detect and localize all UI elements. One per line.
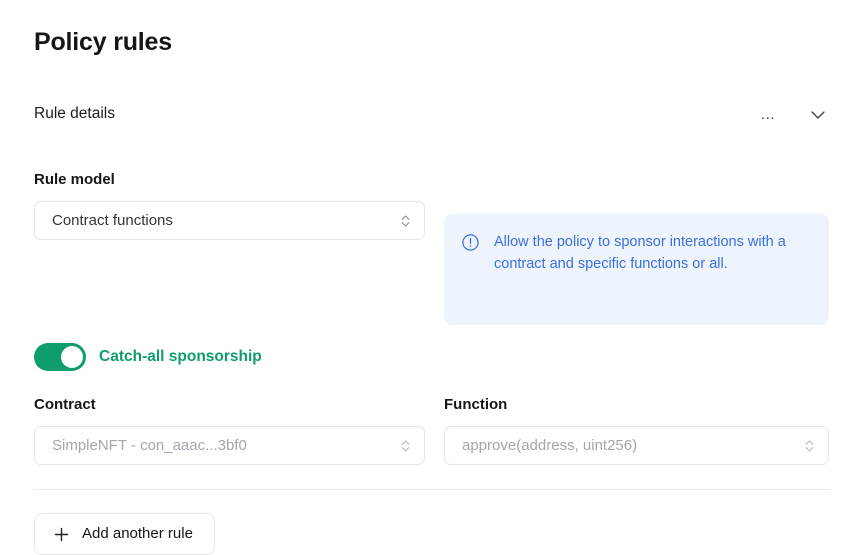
catch-all-sponsorship-toggle[interactable]	[34, 343, 86, 371]
rule-details-header: Rule details …	[34, 102, 829, 126]
add-another-rule-label: Add another rule	[82, 525, 193, 542]
select-chevron-updown-icon	[400, 438, 411, 454]
plus-icon	[54, 527, 69, 542]
section-actions: …	[757, 104, 829, 124]
section-divider	[34, 489, 829, 490]
rule-model-select-value: Contract functions	[52, 211, 173, 229]
rule-model-info-callout: Allow the policy to sponsor interactions…	[444, 214, 829, 325]
chevron-down-icon	[807, 104, 829, 124]
catch-all-sponsorship-row: Catch-all sponsorship	[34, 343, 829, 371]
toggle-knob	[61, 346, 83, 368]
policy-rules-page: Policy rules Rule details … Rule model C…	[0, 0, 863, 555]
section-title: Rule details	[34, 105, 115, 122]
rule-model-row: Rule model Contract functions Allow the …	[34, 170, 829, 325]
contract-select-value: SimpleNFT - con_aaac...3bf0	[52, 436, 247, 454]
callout-text: Allow the policy to sponsor interactions…	[494, 234, 786, 272]
contract-function-row: Contract SimpleNFT - con_aaac...3bf0 Fun…	[34, 395, 829, 465]
contract-label: Contract	[34, 396, 96, 413]
ellipsis-horizontal-icon: …	[760, 105, 776, 123]
catch-all-sponsorship-label: Catch-all sponsorship	[99, 348, 262, 365]
page-title: Policy rules	[34, 28, 172, 56]
rule-collapse-button[interactable]	[807, 104, 829, 124]
select-chevron-updown-icon	[400, 213, 411, 229]
content-container: Policy rules Rule details … Rule model C…	[34, 0, 829, 555]
function-label: Function	[444, 396, 508, 413]
rule-model-select[interactable]: Contract functions	[34, 201, 425, 240]
function-select[interactable]: approve(address, uint256)	[444, 426, 829, 465]
rule-more-options-button[interactable]: …	[757, 104, 779, 124]
rule-model-label: Rule model	[34, 171, 115, 188]
contract-field: Contract SimpleNFT - con_aaac...3bf0	[34, 395, 425, 465]
add-another-rule-button[interactable]: Add another rule	[34, 513, 215, 555]
rule-model-field: Rule model Contract functions	[34, 170, 425, 325]
select-chevron-updown-icon	[804, 438, 815, 454]
function-field: Function approve(address, uint256)	[444, 395, 829, 465]
exclamation-circle-icon	[461, 233, 480, 252]
function-select-value: approve(address, uint256)	[462, 436, 638, 454]
contract-select[interactable]: SimpleNFT - con_aaac...3bf0	[34, 426, 425, 465]
